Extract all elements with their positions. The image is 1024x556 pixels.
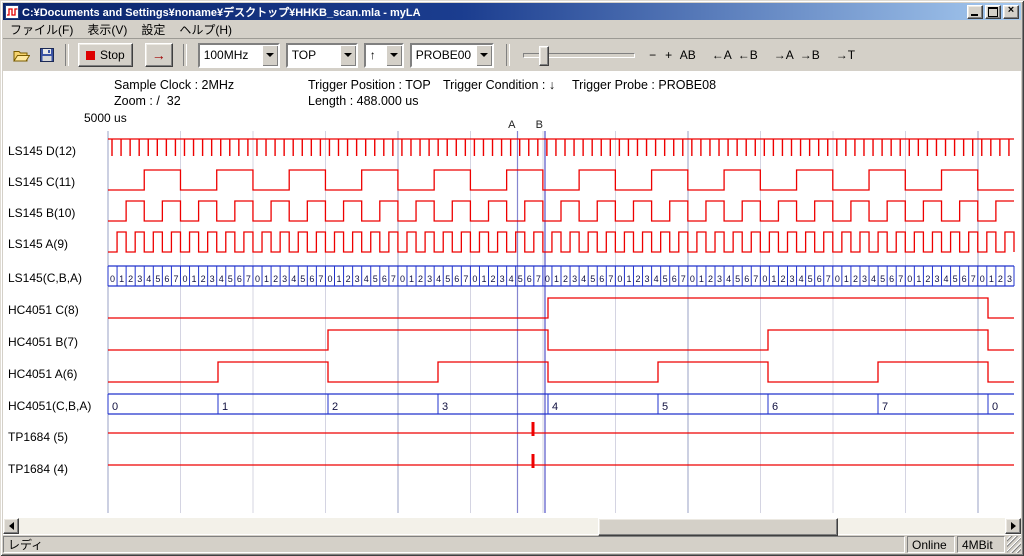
trigger-edge-combo[interactable]: ↑: [364, 43, 404, 68]
signal-label-hc4051-a: HC4051 A(6): [8, 367, 77, 381]
floppy-disk-icon: [39, 47, 55, 63]
length-info: Length : 488.000 us: [308, 94, 419, 108]
sample-clock-combo[interactable]: 100MHz: [198, 43, 280, 68]
time-division-label: 5000 us: [84, 111, 127, 125]
window-title: C:¥Documents and Settings¥noname¥デスクトップ¥…: [22, 4, 965, 20]
online-status: Online: [907, 536, 955, 553]
move-cursor-a-left-button[interactable]: ←A: [709, 44, 735, 66]
zoom-out-button[interactable]: −: [645, 44, 661, 66]
chevron-down-icon[interactable]: [340, 45, 356, 66]
memory-status: 4MBit: [957, 536, 1005, 553]
scroll-right-button[interactable]: [1005, 518, 1021, 534]
signal-label-ls145-a: LS145 A(9): [8, 237, 68, 251]
move-cursor-a-right-button[interactable]: →A: [771, 44, 797, 66]
chevron-down-icon[interactable]: [262, 45, 278, 66]
zoom-slider[interactable]: [523, 43, 635, 67]
app-icon: [5, 5, 19, 19]
single-step-button[interactable]: →: [145, 43, 173, 67]
move-cursor-b-left-button[interactable]: ←B: [735, 44, 761, 66]
ab-range-button[interactable]: AB: [677, 44, 699, 66]
signal-label-hc4051-b: HC4051 B(7): [8, 335, 78, 349]
signal-label-hc4051-bus: HC4051(C,B,A): [8, 399, 91, 413]
trigger-position-info: Trigger Position : TOP: [308, 78, 431, 92]
close-button[interactable]: ×: [1003, 5, 1019, 19]
signal-label-tp1684-4: TP1684 (4): [8, 462, 68, 476]
toolbar-separator: [183, 44, 187, 66]
maximize-icon: [988, 7, 998, 17]
trigger-position-combo[interactable]: TOP: [286, 43, 358, 68]
resize-grip[interactable]: [1007, 536, 1021, 553]
menu-item-help[interactable]: ヘルプ(H): [172, 19, 239, 40]
run-arrow-icon: →: [152, 48, 166, 62]
menu-bar: ファイル(F)表示(V)設定ヘルプ(H): [3, 20, 1021, 38]
zoom-slider-thumb[interactable]: [539, 46, 549, 66]
scrollbar-thumb[interactable]: [598, 518, 838, 536]
zoom-info: Zoom : / 32: [114, 94, 181, 108]
trigger-position-value: TOP: [288, 48, 340, 62]
status-bar: レディ Online 4MBit: [3, 536, 1021, 553]
signal-label-tp1684-5: TP1684 (5): [8, 430, 68, 444]
sample-clock-info: Sample Clock : 2MHz: [114, 78, 234, 92]
menu-item-view[interactable]: 表示(V): [80, 19, 134, 40]
zoom-in-button[interactable]: +: [661, 44, 677, 66]
trigger-probe-combo[interactable]: PROBE00: [410, 43, 494, 68]
trigger-edge-value: ↑: [366, 48, 386, 62]
horizontal-scrollbar[interactable]: [3, 518, 1021, 534]
stop-button[interactable]: Stop: [78, 43, 133, 67]
window-controls: ×: [965, 5, 1019, 19]
save-button[interactable]: [34, 42, 60, 68]
toolbar-separator: [506, 44, 510, 66]
stop-icon: [86, 51, 95, 60]
goto-trigger-button[interactable]: →T: [833, 44, 858, 66]
right-arrow-icon: [1011, 522, 1020, 530]
menu-item-settings[interactable]: 設定: [134, 19, 172, 40]
signal-label-ls145-b: LS145 B(10): [8, 206, 75, 220]
trigger-probe-value: PROBE00: [412, 48, 476, 62]
title-bar[interactable]: C:¥Documents and Settings¥noname¥デスクトップ¥…: [3, 3, 1021, 20]
signal-label-hc4051-c: HC4051 C(8): [8, 303, 79, 317]
menu-item-file[interactable]: ファイル(F): [3, 19, 80, 40]
toolbar-separator: [65, 44, 69, 66]
close-icon: ×: [1008, 5, 1014, 16]
maximize-button[interactable]: [985, 5, 1001, 19]
left-arrow-icon: [5, 522, 14, 530]
chevron-down-icon[interactable]: [386, 45, 402, 66]
signal-label-ls145-bus: LS145(C,B,A): [8, 271, 82, 285]
stop-label: Stop: [100, 48, 125, 62]
toolbar: Stop → 100MHz TOP ↑ PROBE00 − + AB ←A: [3, 38, 1021, 72]
signal-label-ls145-d: LS145 D(12): [8, 144, 76, 158]
app-window: C:¥Documents and Settings¥noname¥デスクトップ¥…: [0, 0, 1024, 556]
minimize-icon: [971, 14, 978, 16]
scroll-left-button[interactable]: [3, 518, 19, 534]
waveform-panel[interactable]: [3, 71, 1021, 535]
status-message: レディ: [3, 536, 905, 553]
open-folder-icon: [13, 48, 30, 63]
chevron-down-icon[interactable]: [476, 45, 492, 66]
trigger-probe-info: Trigger Probe : PROBE08: [572, 78, 716, 92]
sample-clock-value: 100MHz: [200, 48, 262, 62]
minimize-button[interactable]: [967, 5, 983, 19]
trigger-condition-info: Trigger Condition : ↓: [443, 78, 555, 92]
signal-label-ls145-c: LS145 C(11): [8, 175, 75, 189]
open-button[interactable]: [8, 42, 34, 68]
move-cursor-b-right-button[interactable]: →B: [797, 44, 823, 66]
